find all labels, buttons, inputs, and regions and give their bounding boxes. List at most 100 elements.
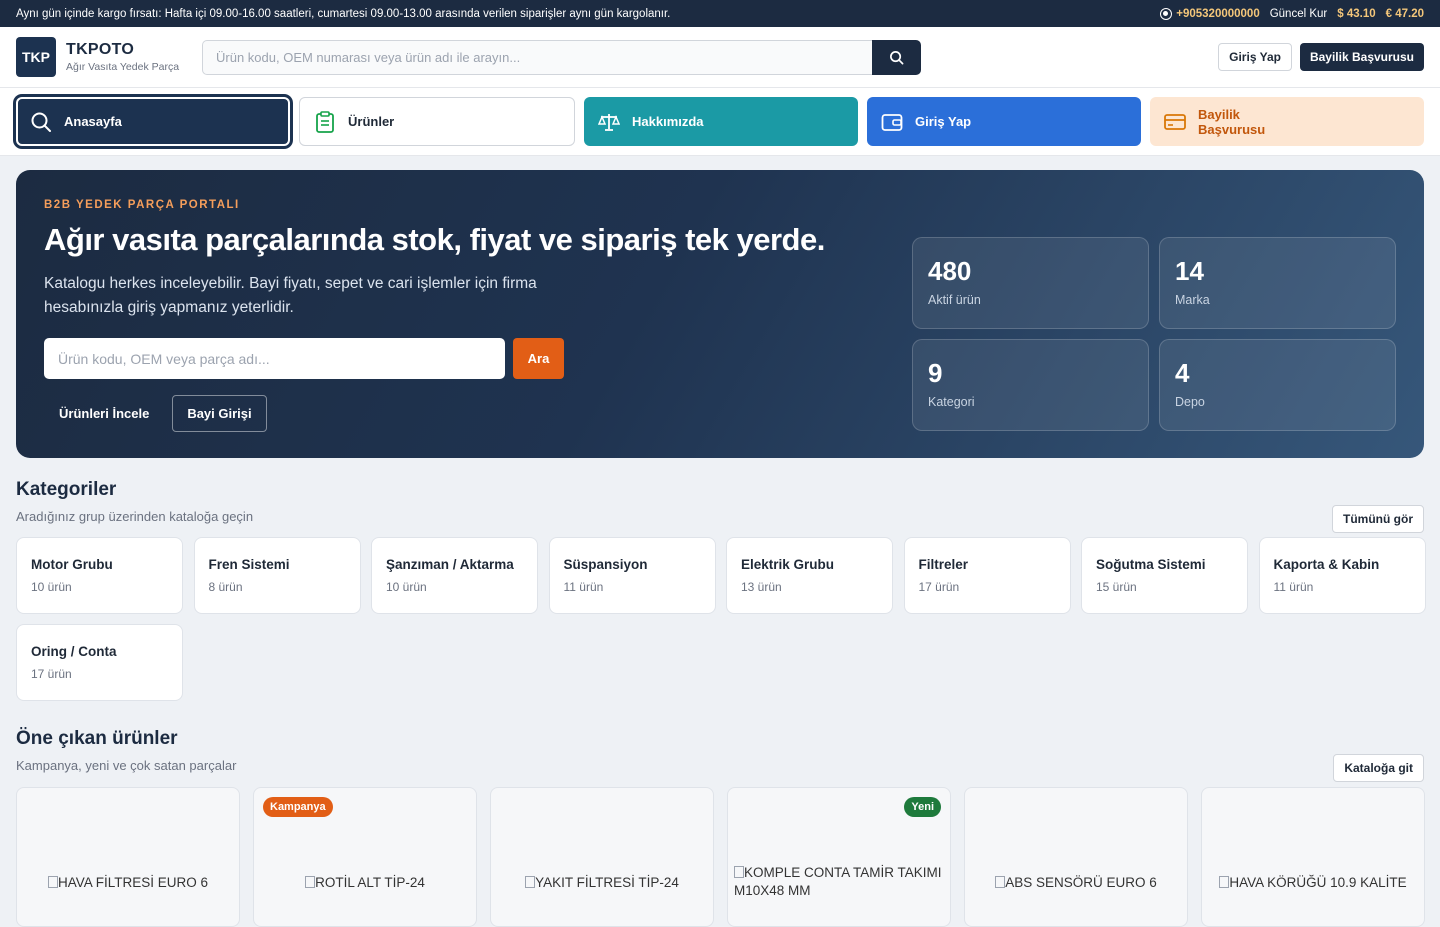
product-image[interactable]: ROTİL ALT TİP-24 [254, 874, 476, 892]
nav-dealer-label-line1: Bayilik [1198, 106, 1240, 122]
login-button[interactable]: Giriş Yap [1218, 43, 1292, 71]
product-card[interactable]: ABS SENSÖRÜ EURO 6 [964, 787, 1188, 927]
search-icon [890, 50, 904, 64]
category-count: 17 ürün [918, 580, 960, 594]
whatsapp-phone-link[interactable]: +905320000000 [1160, 7, 1260, 20]
hero-links: Ürünleri İncele Bayi Girişi [44, 395, 267, 432]
product-card[interactable]: HAVA KÖRÜĞÜ 10.9 KALİTE [1201, 787, 1425, 927]
hero-search: Ara [44, 338, 564, 379]
nav-home-label: Anasayfa [64, 114, 122, 129]
broken-image-icon [995, 876, 1006, 888]
category-count: 10 ürün [386, 580, 427, 594]
product-image-alt: ABS SENSÖRÜ EURO 6 [1005, 875, 1157, 890]
whatsapp-icon [1160, 7, 1173, 20]
category-name: Motor Grubu [31, 557, 113, 572]
category-name: Kaporta & Kabin [1273, 557, 1380, 572]
product-grid: HAVA FİLTRESİ EURO 6 Kampanya ROTİL ALT … [16, 787, 1425, 927]
category-name: Fren Sistemi [208, 557, 290, 572]
header-actions: Giriş Yap Bayilik Başvurusu [1218, 43, 1424, 71]
nav-dealer-application[interactable]: Bayilik Başvurusu [1150, 97, 1424, 146]
category-count: 17 ürün [31, 667, 72, 681]
search-icon [30, 111, 52, 133]
product-card[interactable]: Yeni KOMPLE CONTA TAMİR TAKIMI M10X48 MM [727, 787, 951, 927]
hero-eyebrow: B2B YEDEK PARÇA PORTALI [44, 199, 240, 211]
scale-icon [598, 111, 620, 133]
product-card[interactable]: YAKIT FİLTRESİ TİP-24 [490, 787, 714, 927]
nav-about-label: Hakkımızda [632, 114, 704, 129]
category-count: 11 ürün [1273, 580, 1314, 594]
nav-about[interactable]: Hakkımızda [584, 97, 858, 146]
go-to-catalog-button[interactable]: Kataloğa git [1333, 754, 1424, 782]
category-count: 10 ürün [31, 580, 72, 594]
stat-label: Aktif ürün [928, 293, 981, 307]
category-name: Süspansiyon [563, 557, 648, 572]
nav-products[interactable]: Ürünler [299, 97, 575, 146]
featured-title: Öne çıkan ürünler [16, 728, 178, 749]
category-card[interactable]: Filtreler 17 ürün [903, 537, 1071, 614]
product-image-alt: HAVA FİLTRESİ EURO 6 [57, 875, 209, 890]
phone-number: +905320000000 [1176, 7, 1260, 20]
exchange-rate-label: Güncel Kur [1269, 7, 1328, 20]
usd-rate: $ 43.10 [1337, 7, 1376, 20]
brand[interactable]: TKPOTO Ağır Vasıta Yedek Parça [66, 41, 202, 73]
hero-search-button[interactable]: Ara [513, 338, 564, 379]
dealer-login-button[interactable]: Bayi Girişi [172, 395, 267, 432]
eur-rate: € 47.20 [1385, 7, 1424, 20]
see-all-categories-button[interactable]: Tümünü gör [1332, 505, 1424, 533]
hero-banner: B2B YEDEK PARÇA PORTALI Ağır vasıta parç… [16, 170, 1424, 458]
shipping-notice: Aynı gün içinde kargo fırsatı: Hafta içi… [16, 7, 671, 20]
broken-image-icon [1219, 876, 1230, 888]
category-card[interactable]: Fren Sistemi 8 ürün [193, 537, 361, 614]
broken-image-icon [305, 876, 316, 888]
header-search-button[interactable] [872, 39, 921, 75]
product-card[interactable]: Kampanya ROTİL ALT TİP-24 [253, 787, 477, 927]
product-card[interactable]: HAVA FİLTRESİ EURO 6 [16, 787, 240, 927]
header-search-input[interactable] [202, 39, 872, 75]
categories-header: Kategoriler Aradığınız grup üzerinden ka… [16, 479, 1424, 533]
product-image[interactable]: HAVA KÖRÜĞÜ 10.9 KALİTE [1202, 874, 1424, 892]
topbar-right: +905320000000 Güncel Kur $ 43.10 € 47.20 [1160, 7, 1424, 20]
nav-login-label: Giriş Yap [915, 114, 972, 129]
category-card[interactable]: Elektrik Grubu 13 ürün [726, 537, 893, 614]
categories-subtitle: Aradığınız grup üzerinden kataloğa geçin [16, 509, 254, 524]
credit-card-icon [1164, 111, 1186, 133]
product-image-alt: KOMPLE CONTA TAMİR TAKIMI M10X48 MM [734, 865, 942, 898]
category-count: 13 ürün [741, 580, 782, 594]
product-image[interactable]: HAVA FİLTRESİ EURO 6 [17, 874, 239, 892]
category-count: 11 ürün [563, 580, 604, 594]
category-name: Filtreler [918, 557, 969, 572]
clipboard-icon [314, 110, 336, 133]
category-count: 8 ürün [208, 580, 243, 594]
product-image[interactable]: ABS SENSÖRÜ EURO 6 [965, 874, 1187, 892]
category-name: Şanzıman / Aktarma [386, 557, 514, 572]
product-image-alt: ROTİL ALT TİP-24 [315, 875, 425, 890]
browse-products-link[interactable]: Ürünleri İncele [44, 395, 164, 432]
nav-home[interactable]: Anasayfa [16, 97, 290, 146]
stat-card: 14 Marka [1159, 237, 1396, 329]
broken-image-icon [47, 876, 58, 888]
header-search [202, 39, 921, 75]
category-count: 15 ürün [1096, 580, 1137, 594]
category-card[interactable]: Soğutma Sistemi 15 ürün [1081, 537, 1248, 614]
stat-label: Kategori [928, 395, 975, 409]
broken-image-icon [734, 866, 744, 878]
product-image-alt: HAVA KÖRÜĞÜ 10.9 KALİTE [1229, 875, 1407, 890]
stat-card: 9 Kategori [912, 339, 1149, 431]
category-card[interactable]: Süspansiyon 11 ürün [548, 537, 716, 614]
category-card[interactable]: Kaporta & Kabin 11 ürün [1258, 537, 1426, 614]
nav-dealer-label-line2: Başvurusu [1198, 121, 1266, 137]
categories-title: Kategoriler [16, 479, 117, 500]
dealer-application-button[interactable]: Bayilik Başvurusu [1299, 43, 1424, 71]
category-card[interactable]: Motor Grubu 10 ürün [16, 537, 183, 614]
product-image[interactable]: KOMPLE CONTA TAMİR TAKIMI M10X48 MM [728, 864, 950, 900]
logo[interactable]: TKP [16, 37, 56, 77]
hero-search-input[interactable] [44, 338, 505, 379]
stat-card: 4 Depo [1159, 339, 1396, 431]
nav-login[interactable]: Giriş Yap [867, 97, 1141, 146]
category-name: Oring / Conta [31, 644, 117, 659]
hero-stats: 480 Aktif ürün 14 Marka 9 Kategori 4 Dep… [912, 237, 1396, 431]
category-card[interactable]: Şanzıman / Aktarma 10 ürün [371, 537, 538, 614]
category-card[interactable]: Oring / Conta 17 ürün [16, 624, 183, 701]
product-image[interactable]: YAKIT FİLTRESİ TİP-24 [491, 874, 713, 892]
wallet-icon [881, 111, 903, 133]
